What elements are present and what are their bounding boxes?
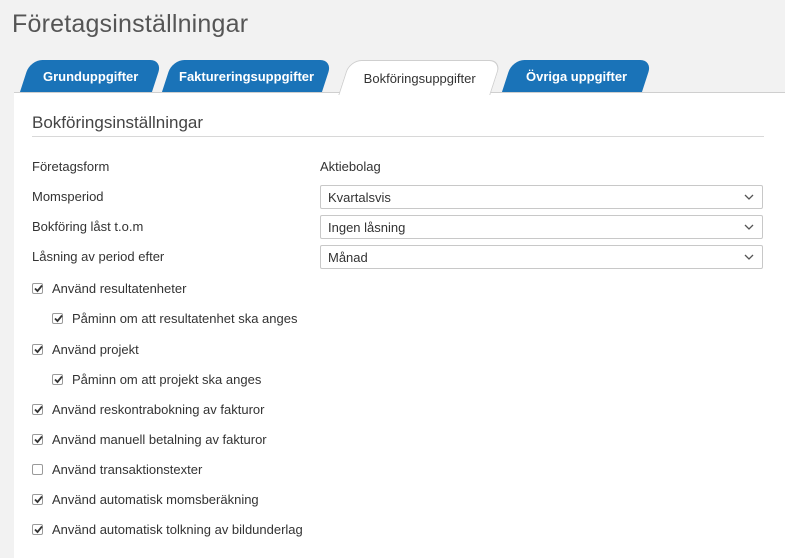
use-transaction-texts-checkbox[interactable] <box>32 464 43 475</box>
remind-project-row[interactable]: Påminn om att projekt ska anges <box>52 372 261 387</box>
checkmark-icon <box>34 405 43 414</box>
remind-project-checkbox[interactable] <box>52 374 63 385</box>
use-transaction-texts-row[interactable]: Använd transaktionstexter <box>32 462 202 477</box>
use-auto-image-interpret-label: Använd automatisk tolkning av bildunderl… <box>52 522 303 537</box>
use-auto-vat-checkbox[interactable] <box>32 494 43 505</box>
remind-result-unit-checkbox[interactable] <box>52 313 63 324</box>
use-projects-label: Använd projekt <box>52 342 139 357</box>
tab-label: Bokföringsuppgifter <box>363 70 476 86</box>
locked-until-value: Ingen låsning <box>328 219 406 235</box>
checkmark-icon <box>34 525 43 534</box>
use-result-units-row[interactable]: Använd resultatenheter <box>32 281 186 296</box>
use-projects-checkbox[interactable] <box>32 344 43 355</box>
chevron-down-icon <box>744 224 754 230</box>
use-auto-image-interpret-checkbox[interactable] <box>32 524 43 535</box>
locked-until-label: Bokföring låst t.o.m <box>32 219 144 234</box>
vat-period-select[interactable]: Kvartalsvis <box>320 185 763 209</box>
tab-label: Faktureringsuppgifter <box>179 69 315 84</box>
remind-result-unit-row[interactable]: Påminn om att resultatenhet ska anges <box>52 311 297 326</box>
company-form-value: Aktiebolag <box>320 159 381 174</box>
vat-period-value: Kvartalsvis <box>328 189 391 205</box>
chevron-down-icon <box>744 254 754 260</box>
checkmark-icon <box>34 345 43 354</box>
use-manual-payment-label: Använd manuell betalning av fakturor <box>52 432 267 447</box>
page-title: Företagsinställningar <box>12 10 249 38</box>
use-auto-vat-label: Använd automatisk momsberäkning <box>52 492 259 507</box>
tab-bar: Grunduppgifter Faktureringsuppgifter Bok… <box>14 60 785 95</box>
use-auto-image-interpret-row[interactable]: Använd automatisk tolkning av bildunderl… <box>32 522 303 537</box>
checkmark-icon <box>54 314 63 323</box>
lock-after-value: Månad <box>328 249 368 265</box>
tab-grunduppgifter[interactable]: Grunduppgifter <box>19 60 163 93</box>
use-ledger-invoices-checkbox[interactable] <box>32 404 43 415</box>
lock-after-select[interactable]: Månad <box>320 245 763 269</box>
locked-until-select[interactable]: Ingen låsning <box>320 215 763 239</box>
use-auto-vat-row[interactable]: Använd automatisk momsberäkning <box>32 492 259 507</box>
vat-period-label: Momsperiod <box>32 189 104 204</box>
tab-label: Övriga uppgifter <box>526 69 628 84</box>
tab-ovriga-uppgifter[interactable]: Övriga uppgifter <box>501 60 653 93</box>
tab-faktureringsuppgifter[interactable]: Faktureringsuppgifter <box>161 60 333 93</box>
checkmark-icon <box>34 495 43 504</box>
chevron-down-icon <box>744 194 754 200</box>
use-transaction-texts-label: Använd transaktionstexter <box>52 462 203 477</box>
tab-label: Grunduppgifter <box>43 69 139 84</box>
section-title: Bokföringsinställningar <box>32 113 204 132</box>
checkmark-icon <box>34 435 43 444</box>
use-result-units-checkbox[interactable] <box>32 283 43 294</box>
use-ledger-invoices-row[interactable]: Använd reskontrabokning av fakturor <box>32 402 264 417</box>
use-result-units-label: Använd resultatenheter <box>52 281 187 296</box>
section-divider <box>32 136 764 137</box>
tab-bokforingsuppgifter[interactable]: Bokföringsuppgifter <box>338 60 502 95</box>
use-manual-payment-row[interactable]: Använd manuell betalning av fakturor <box>32 432 267 447</box>
checkmark-icon <box>54 375 63 384</box>
use-manual-payment-checkbox[interactable] <box>32 434 43 445</box>
settings-panel: Bokföringsinställningar Företagsform Akt… <box>14 92 785 558</box>
use-projects-row[interactable]: Använd projekt <box>32 342 139 357</box>
company-form-label: Företagsform <box>32 159 110 174</box>
remind-result-unit-label: Påminn om att resultatenhet ska anges <box>72 311 298 326</box>
lock-after-label: Låsning av period efter <box>32 249 165 264</box>
remind-project-label: Påminn om att projekt ska anges <box>72 372 262 387</box>
use-ledger-invoices-label: Använd reskontrabokning av fakturor <box>52 402 265 417</box>
checkmark-icon <box>34 284 43 293</box>
